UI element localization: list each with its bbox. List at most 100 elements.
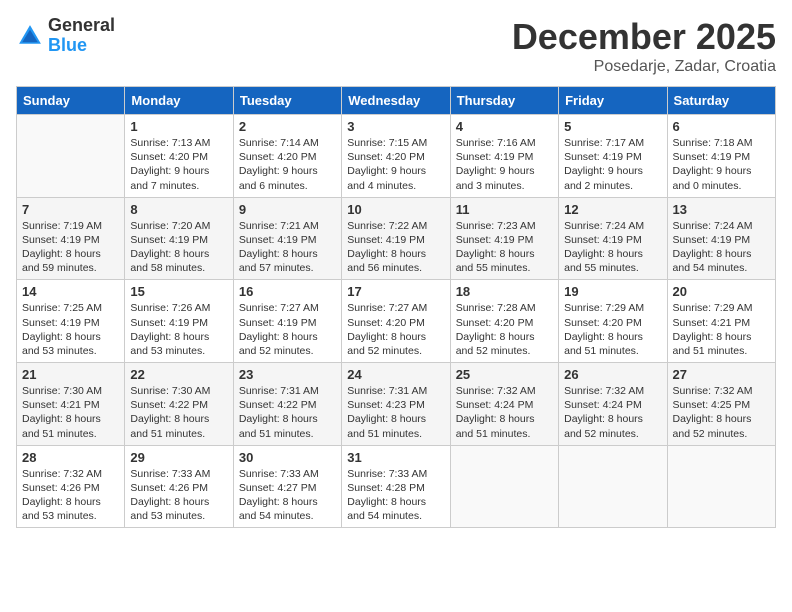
calendar-cell: 19 Sunrise: 7:29 AM Sunset: 4:20 PM Dayli…: [559, 280, 667, 363]
calendar-cell: 22Sunrise: 7:30 AM Sunset: 4:22 PM Dayli…: [125, 363, 233, 446]
calendar-cell: 20Sunrise: 7:29 AM Sunset: 4:21 PM Dayli…: [667, 280, 775, 363]
day-number: 15: [130, 284, 227, 299]
calendar-cell: 6 Sunrise: 7:18 AM Sunset: 4:19 PM Daylig…: [667, 115, 775, 198]
day-number: 2: [239, 119, 336, 134]
day-number: 13: [673, 202, 770, 217]
day-info: Sunrise: 7:14 AM Sunset: 4:20 PM Dayligh…: [239, 136, 336, 193]
calendar-cell: [559, 445, 667, 528]
calendar-cell: [17, 115, 125, 198]
day-info: Sunrise: 7:31 AM Sunset: 4:22 PM Dayligh…: [239, 384, 336, 441]
day-info: Sunrise: 7:17 AM Sunset: 4:19 PM Dayligh…: [564, 136, 661, 193]
calendar-cell: 17 Sunrise: 7:27 AM Sunset: 4:20 PM Dayli…: [342, 280, 450, 363]
day-info: Sunrise: 7:18 AM Sunset: 4:19 PM Dayligh…: [673, 136, 770, 193]
logo-general: General: [48, 16, 115, 36]
calendar-table: SundayMondayTuesdayWednesdayThursdayFrid…: [16, 86, 776, 528]
day-info: Sunrise: 7:22 AM Sunset: 4:19 PM Dayligh…: [347, 219, 444, 276]
calendar-cell: 23Sunrise: 7:31 AM Sunset: 4:22 PM Dayli…: [233, 363, 341, 446]
day-number: 9: [239, 202, 336, 217]
day-info: Sunrise: 7:13 AM Sunset: 4:20 PM Dayligh…: [130, 136, 227, 193]
day-number: 6: [673, 119, 770, 134]
logo-text: General Blue: [48, 16, 115, 56]
calendar-cell: 26 Sunrise: 7:32 AM Sunset: 4:24 PM Dayli…: [559, 363, 667, 446]
day-number: 7: [22, 202, 119, 217]
day-number: 25: [456, 367, 553, 382]
logo-blue: Blue: [48, 36, 115, 56]
day-info: Sunrise: 7:24 AM Sunset: 4:19 PM Dayligh…: [564, 219, 661, 276]
weekday-header: Monday: [125, 87, 233, 115]
calendar-cell: 25 Sunrise: 7:32 AM Sunset: 4:24 PM Dayli…: [450, 363, 558, 446]
day-number: 24: [347, 367, 444, 382]
calendar-cell: 9 Sunrise: 7:21 AM Sunset: 4:19 PM Daylig…: [233, 197, 341, 280]
day-info: Sunrise: 7:29 AM Sunset: 4:20 PM Dayligh…: [564, 301, 661, 358]
day-info: Sunrise: 7:24 AM Sunset: 4:19 PM Dayligh…: [673, 219, 770, 276]
calendar-cell: 21Sunrise: 7:30 AM Sunset: 4:21 PM Dayli…: [17, 363, 125, 446]
calendar-week-row: 1Sunrise: 7:13 AM Sunset: 4:20 PM Daylig…: [17, 115, 776, 198]
calendar-cell: 18Sunrise: 7:28 AM Sunset: 4:20 PM Dayli…: [450, 280, 558, 363]
calendar-cell: 16Sunrise: 7:27 AM Sunset: 4:19 PM Dayli…: [233, 280, 341, 363]
calendar-cell: 24 Sunrise: 7:31 AM Sunset: 4:23 PM Dayli…: [342, 363, 450, 446]
calendar-week-row: 14 Sunrise: 7:25 AM Sunset: 4:19 PM Dayli…: [17, 280, 776, 363]
day-number: 19: [564, 284, 661, 299]
weekday-header-row: SundayMondayTuesdayWednesdayThursdayFrid…: [17, 87, 776, 115]
day-info: Sunrise: 7:20 AM Sunset: 4:19 PM Dayligh…: [130, 219, 227, 276]
day-info: Sunrise: 7:26 AM Sunset: 4:19 PM Dayligh…: [130, 301, 227, 358]
day-info: Sunrise: 7:33 AM Sunset: 4:28 PM Dayligh…: [347, 467, 444, 524]
calendar-week-row: 7 Sunrise: 7:19 AM Sunset: 4:19 PM Daylig…: [17, 197, 776, 280]
weekday-header: Wednesday: [342, 87, 450, 115]
weekday-header: Tuesday: [233, 87, 341, 115]
day-info: Sunrise: 7:19 AM Sunset: 4:19 PM Dayligh…: [22, 219, 119, 276]
calendar-week-row: 28Sunrise: 7:32 AM Sunset: 4:26 PM Dayli…: [17, 445, 776, 528]
day-number: 22: [130, 367, 227, 382]
day-number: 31: [347, 450, 444, 465]
day-number: 20: [673, 284, 770, 299]
day-number: 12: [564, 202, 661, 217]
day-number: 3: [347, 119, 444, 134]
calendar-cell: [667, 445, 775, 528]
day-info: Sunrise: 7:27 AM Sunset: 4:20 PM Dayligh…: [347, 301, 444, 358]
day-number: 4: [456, 119, 553, 134]
calendar-cell: 31 Sunrise: 7:33 AM Sunset: 4:28 PM Dayli…: [342, 445, 450, 528]
month-title: December 2025: [512, 16, 776, 58]
day-number: 17: [347, 284, 444, 299]
day-info: Sunrise: 7:31 AM Sunset: 4:23 PM Dayligh…: [347, 384, 444, 441]
calendar-cell: 10Sunrise: 7:22 AM Sunset: 4:19 PM Dayli…: [342, 197, 450, 280]
logo-icon: [16, 22, 44, 50]
day-info: Sunrise: 7:32 AM Sunset: 4:24 PM Dayligh…: [564, 384, 661, 441]
calendar-cell: 5 Sunrise: 7:17 AM Sunset: 4:19 PM Daylig…: [559, 115, 667, 198]
weekday-header: Thursday: [450, 87, 558, 115]
day-number: 8: [130, 202, 227, 217]
calendar-cell: 11 Sunrise: 7:23 AM Sunset: 4:19 PM Dayli…: [450, 197, 558, 280]
day-info: Sunrise: 7:23 AM Sunset: 4:19 PM Dayligh…: [456, 219, 553, 276]
day-info: Sunrise: 7:32 AM Sunset: 4:25 PM Dayligh…: [673, 384, 770, 441]
day-number: 14: [22, 284, 119, 299]
calendar-cell: 14 Sunrise: 7:25 AM Sunset: 4:19 PM Dayli…: [17, 280, 125, 363]
calendar-cell: 30Sunrise: 7:33 AM Sunset: 4:27 PM Dayli…: [233, 445, 341, 528]
day-info: Sunrise: 7:21 AM Sunset: 4:19 PM Dayligh…: [239, 219, 336, 276]
day-info: Sunrise: 7:32 AM Sunset: 4:24 PM Dayligh…: [456, 384, 553, 441]
day-info: Sunrise: 7:33 AM Sunset: 4:26 PM Dayligh…: [130, 467, 227, 524]
calendar-cell: 7 Sunrise: 7:19 AM Sunset: 4:19 PM Daylig…: [17, 197, 125, 280]
calendar-cell: 13 Sunrise: 7:24 AM Sunset: 4:19 PM Dayli…: [667, 197, 775, 280]
title-block: December 2025 Posedarje, Zadar, Croatia: [512, 16, 776, 76]
page-header: General Blue December 2025 Posedarje, Za…: [16, 16, 776, 76]
day-number: 11: [456, 202, 553, 217]
location-title: Posedarje, Zadar, Croatia: [512, 58, 776, 76]
calendar-cell: 29 Sunrise: 7:33 AM Sunset: 4:26 PM Dayli…: [125, 445, 233, 528]
day-info: Sunrise: 7:25 AM Sunset: 4:19 PM Dayligh…: [22, 301, 119, 358]
calendar-cell: 1Sunrise: 7:13 AM Sunset: 4:20 PM Daylig…: [125, 115, 233, 198]
calendar-cell: 8 Sunrise: 7:20 AM Sunset: 4:19 PM Daylig…: [125, 197, 233, 280]
day-number: 29: [130, 450, 227, 465]
calendar-cell: 27Sunrise: 7:32 AM Sunset: 4:25 PM Dayli…: [667, 363, 775, 446]
calendar-cell: 2 Sunrise: 7:14 AM Sunset: 4:20 PM Daylig…: [233, 115, 341, 198]
day-number: 26: [564, 367, 661, 382]
weekday-header: Sunday: [17, 87, 125, 115]
day-number: 5: [564, 119, 661, 134]
logo: General Blue: [16, 16, 115, 56]
day-info: Sunrise: 7:32 AM Sunset: 4:26 PM Dayligh…: [22, 467, 119, 524]
day-info: Sunrise: 7:27 AM Sunset: 4:19 PM Dayligh…: [239, 301, 336, 358]
weekday-header: Saturday: [667, 87, 775, 115]
day-number: 21: [22, 367, 119, 382]
day-info: Sunrise: 7:33 AM Sunset: 4:27 PM Dayligh…: [239, 467, 336, 524]
day-info: Sunrise: 7:28 AM Sunset: 4:20 PM Dayligh…: [456, 301, 553, 358]
day-info: Sunrise: 7:16 AM Sunset: 4:19 PM Dayligh…: [456, 136, 553, 193]
